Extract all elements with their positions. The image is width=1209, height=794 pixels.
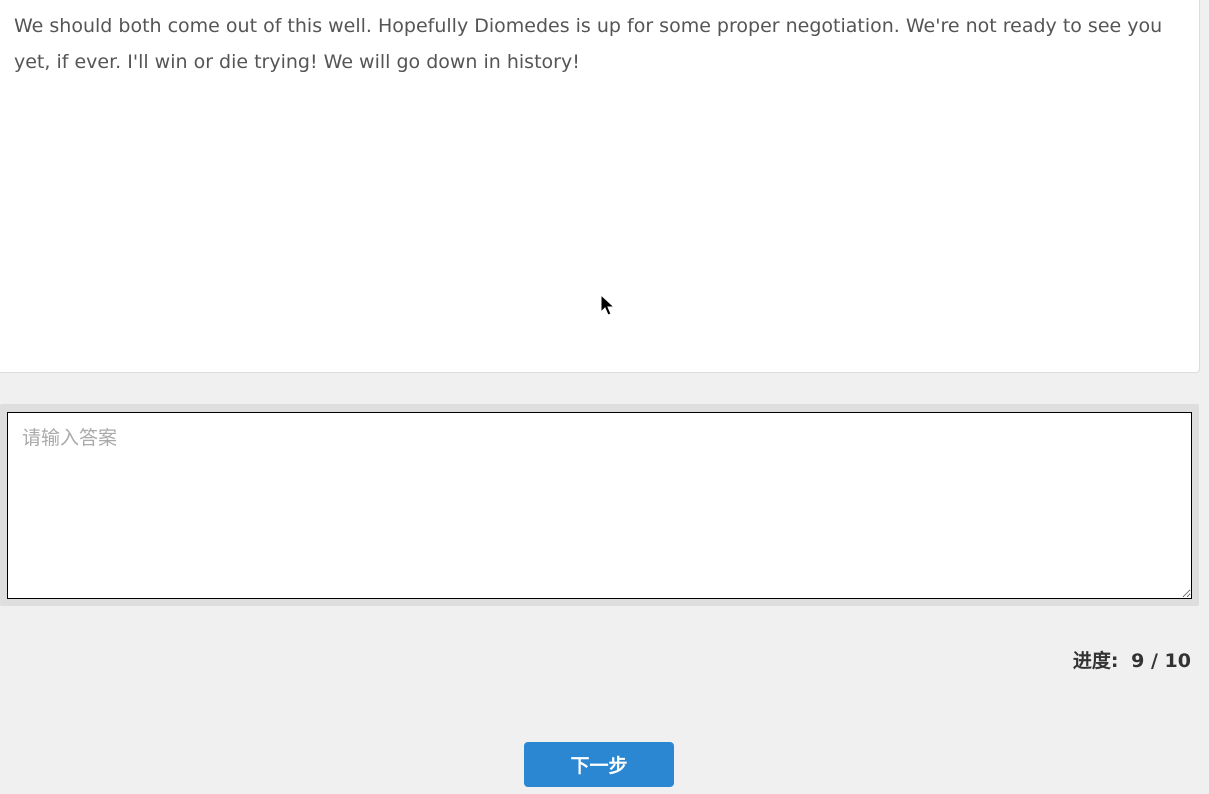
prompt-panel: We should both come out of this well. Ho… — [0, 0, 1200, 373]
answer-container — [0, 404, 1199, 606]
progress-value: 9 / 10 — [1131, 650, 1191, 672]
prompt-text: We should both come out of this well. Ho… — [14, 15, 1163, 73]
mouse-pointer-icon — [600, 294, 616, 316]
progress-indicator: 进度: 9 / 10 — [1073, 646, 1191, 673]
progress-label: 进度: — [1072, 650, 1119, 672]
next-step-button[interactable]: 下一步 — [524, 742, 674, 787]
answer-input[interactable] — [7, 412, 1192, 599]
